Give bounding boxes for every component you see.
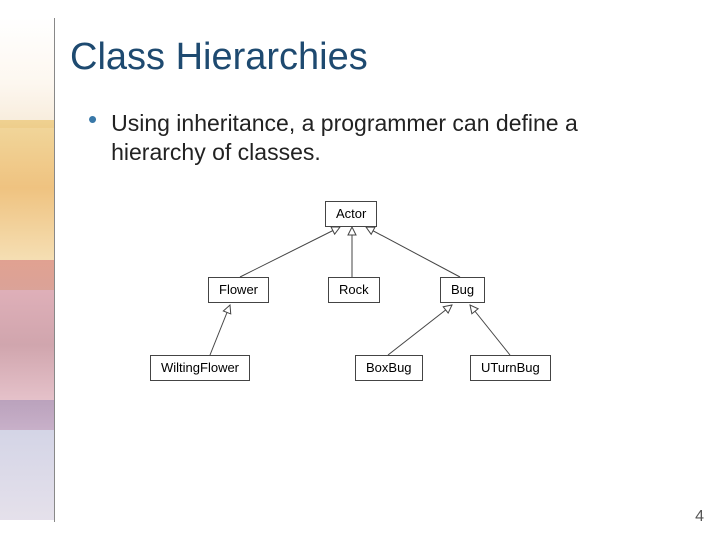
bullet-text: Using inheritance, a programmer can defi… [111, 109, 671, 167]
class-box-boxbug: BoxBug [355, 355, 423, 381]
page-number: 4 [695, 508, 704, 526]
bullet-item: • Using inheritance, a programmer can de… [70, 109, 700, 167]
bullet-icon: • [88, 107, 97, 131]
class-box-uturnbug: UTurnBug [470, 355, 551, 381]
class-box-wiltingflower: WiltingFlower [150, 355, 250, 381]
slide-title: Class Hierarchies [70, 36, 700, 79]
class-hierarchy-diagram: Actor Flower Rock Bug WiltingFlower BoxB… [140, 197, 600, 407]
class-box-actor: Actor [325, 201, 377, 227]
decorative-sidebar [0, 0, 54, 540]
class-box-bug: Bug [440, 277, 485, 303]
vertical-divider [54, 18, 55, 522]
class-box-flower: Flower [208, 277, 269, 303]
slide-content: Class Hierarchies • Using inheritance, a… [70, 36, 700, 407]
class-box-rock: Rock [328, 277, 380, 303]
